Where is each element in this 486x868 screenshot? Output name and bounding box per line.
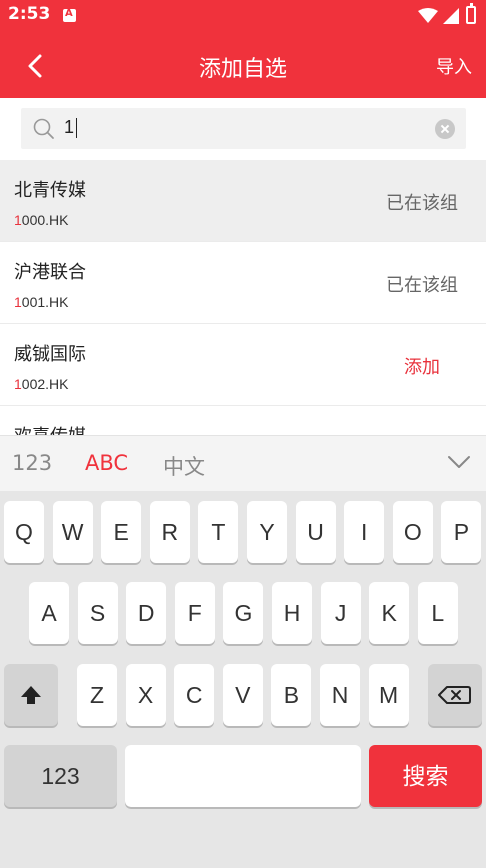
space-key[interactable] — [125, 745, 361, 807]
key-n[interactable]: N — [320, 664, 360, 726]
search-value: 1 — [64, 117, 78, 139]
key-j[interactable]: J — [320, 582, 361, 644]
title-bar: 添加自选 导入 — [0, 32, 486, 98]
notification-icon — [63, 8, 76, 22]
status-time: 2:53 — [8, 4, 51, 24]
stock-name: 沪港联合 — [14, 262, 86, 283]
status-bar: 2:53 — [0, 0, 486, 32]
stock-code: 1001.HK — [14, 294, 69, 310]
search-icon — [33, 118, 54, 139]
clear-icon[interactable] — [435, 119, 455, 139]
signal-icon — [443, 8, 459, 24]
key-d[interactable]: D — [126, 582, 167, 644]
search-key[interactable]: 搜索 — [369, 745, 482, 807]
add-button[interactable]: 添加 — [404, 353, 440, 379]
backspace-icon — [438, 686, 471, 704]
key-y[interactable]: Y — [247, 501, 287, 563]
stock-code: 1000.HK — [14, 212, 69, 228]
wifi-icon — [418, 8, 438, 23]
key-c[interactable]: C — [174, 664, 215, 726]
key-i[interactable]: I — [344, 501, 385, 563]
search-input[interactable]: 1 — [21, 108, 466, 149]
key-o[interactable]: O — [392, 501, 433, 563]
key-f[interactable]: F — [174, 582, 215, 644]
search-area: 1 — [0, 98, 486, 160]
shift-key[interactable] — [4, 664, 58, 726]
key-b[interactable]: B — [271, 664, 312, 726]
numbers-key[interactable]: 123 — [4, 745, 117, 807]
key-t[interactable]: T — [198, 501, 239, 563]
stock-name: 欢喜传媒 — [14, 422, 86, 435]
status-label: 已在该组 — [386, 275, 458, 296]
list-item[interactable]: 沪港联合 1001.HK 已在该组 — [0, 242, 486, 324]
key-m[interactable]: M — [368, 664, 409, 726]
key-x[interactable]: X — [125, 664, 166, 726]
key-h[interactable]: H — [272, 582, 312, 644]
key-s[interactable]: S — [77, 582, 118, 644]
key-w[interactable]: W — [52, 501, 93, 563]
chevron-down-icon[interactable] — [447, 454, 471, 470]
list-item[interactable]: 威铖国际 1002.HK 添加 — [0, 324, 486, 406]
results-list: 北青传媒 1000.HK 已在该组 沪港联合 1001.HK 已在该组 威铖国际… — [0, 160, 486, 435]
import-button[interactable]: 导入 — [436, 53, 472, 79]
stock-name: 威铖国际 — [14, 344, 86, 365]
battery-icon — [466, 3, 476, 24]
list-item[interactable]: 欢喜传媒 — [0, 406, 486, 435]
status-label: 已在该组 — [386, 193, 458, 214]
list-item[interactable]: 北青传媒 1000.HK 已在该组 — [0, 160, 486, 242]
key-v[interactable]: V — [222, 664, 263, 726]
key-r[interactable]: R — [149, 501, 190, 563]
mode-abc[interactable]: ABC — [85, 451, 128, 475]
key-z[interactable]: Z — [77, 664, 117, 726]
shift-icon — [21, 686, 41, 704]
mode-123[interactable]: 123 — [12, 451, 52, 475]
key-l[interactable]: L — [417, 582, 458, 644]
stock-code: 1002.HK — [14, 376, 69, 392]
key-e[interactable]: E — [101, 501, 142, 563]
key-q[interactable]: Q — [4, 501, 44, 563]
mode-chinese[interactable]: 中文 — [163, 451, 205, 481]
key-g[interactable]: G — [223, 582, 264, 644]
page-title: 添加自选 — [198, 57, 287, 82]
key-u[interactable]: U — [295, 501, 336, 563]
key-k[interactable]: K — [369, 582, 410, 644]
key-a[interactable]: A — [29, 582, 69, 644]
keyboard: 123 搜索 QWERTYUIOP ASDFGHJKL ZXCVBNM — [0, 491, 486, 868]
backspace-key[interactable] — [428, 664, 482, 726]
key-p[interactable]: P — [441, 501, 482, 563]
keyboard-mode-bar: 123 ABC 中文 — [0, 435, 486, 491]
stock-name: 北青传媒 — [14, 180, 86, 201]
text-cursor — [76, 118, 78, 139]
